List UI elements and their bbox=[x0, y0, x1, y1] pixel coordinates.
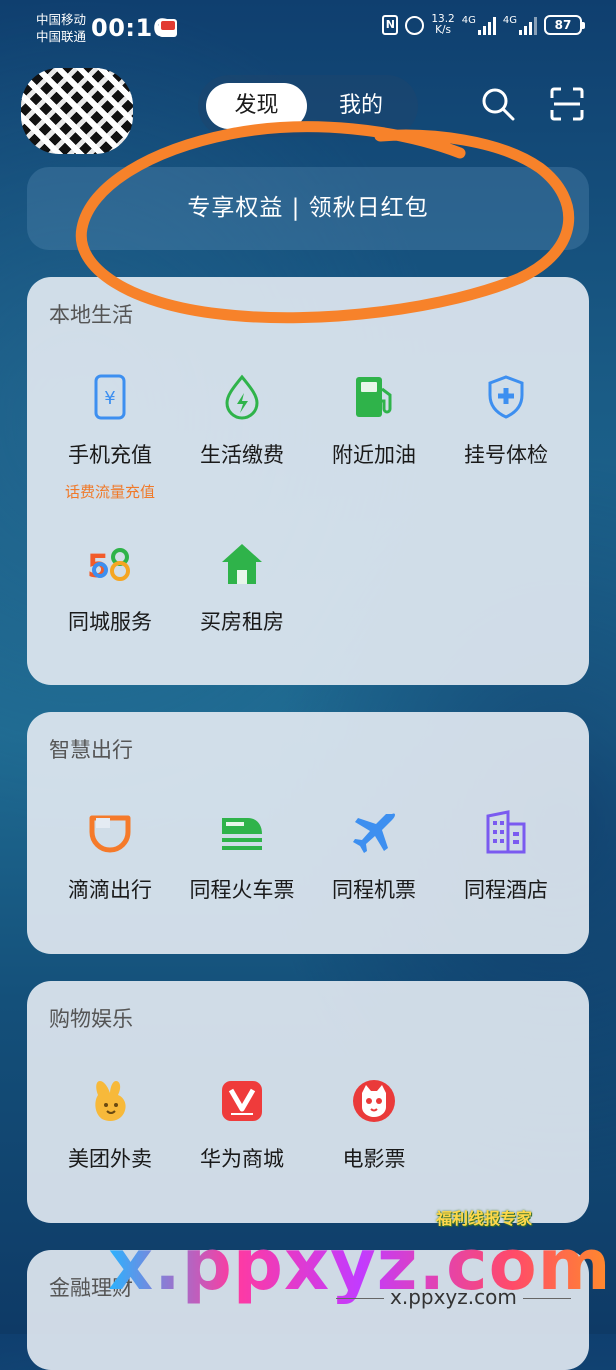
tile-didi[interactable]: 滴滴出行 bbox=[40, 808, 180, 908]
svg-text:¥: ¥ bbox=[104, 388, 115, 409]
tile-movie[interactable]: 电影票 bbox=[304, 1077, 444, 1177]
network-type-1: 4G bbox=[461, 15, 476, 26]
section-smart-travel: 智慧出行 滴滴出行 同程火车票 同程机票 同程酒店 bbox=[27, 712, 589, 954]
tile-label: 买房租房 bbox=[200, 610, 284, 634]
tab-discover[interactable]: 发现 bbox=[206, 83, 307, 129]
tile-utility-bill[interactable]: 生活缴费 bbox=[172, 373, 312, 473]
tile-flight[interactable]: 同程机票 bbox=[304, 808, 444, 908]
tile-label: 附近加油 bbox=[332, 443, 416, 467]
promo-banner[interactable]: 专享权益 | 领秋日红包 bbox=[27, 167, 589, 250]
status-bar: 中国移动 中国联通 00:16 N 13.2 K/s 4G 4G 87 bbox=[0, 0, 616, 56]
tile-label: 挂号体检 bbox=[464, 443, 548, 467]
utility-bill-icon bbox=[225, 374, 259, 420]
tile-phone-recharge[interactable]: ¥ 手机充值 话费流量充值 bbox=[40, 373, 180, 513]
tile-label: 同程机票 bbox=[332, 878, 416, 902]
tile-label: 同城服务 bbox=[68, 610, 152, 634]
section-shopping: 购物娱乐 美团外卖 华为商城 电影票 bbox=[27, 981, 589, 1223]
tile-train[interactable]: 同程火车票 bbox=[172, 808, 312, 908]
medical-shield-icon bbox=[488, 375, 524, 419]
movie-cat-icon bbox=[353, 1080, 395, 1122]
tile-58-service[interactable]: 5 同城服务 bbox=[40, 540, 180, 640]
tile-label: 滴滴出行 bbox=[68, 878, 152, 902]
battery-icon: 87 bbox=[544, 15, 585, 35]
phone-recharge-icon: ¥ bbox=[94, 374, 126, 420]
search-icon[interactable] bbox=[480, 86, 516, 122]
tile-medical[interactable]: 挂号体检 bbox=[436, 373, 576, 473]
signal-bars-icon bbox=[477, 15, 496, 35]
tab-switcher: 发现 我的 bbox=[198, 75, 418, 137]
tile-sublabel: 话费流量充值 bbox=[64, 483, 155, 501]
alarm-icon bbox=[405, 15, 425, 35]
scan-icon[interactable] bbox=[549, 86, 585, 122]
train-icon bbox=[222, 818, 262, 850]
network-type-2: 4G bbox=[502, 15, 517, 26]
net-speed: 13.2 K/s bbox=[431, 14, 454, 36]
tile-label: 华为商城 bbox=[200, 1147, 284, 1171]
vmall-icon bbox=[222, 1081, 262, 1121]
tile-meituan[interactable]: 美团外卖 bbox=[40, 1077, 180, 1177]
tile-gas-station[interactable]: 附近加油 bbox=[304, 373, 444, 473]
carrier-1: 中国移动 bbox=[36, 12, 87, 27]
airplane-icon bbox=[353, 813, 395, 853]
tile-label: 生活缴费 bbox=[200, 443, 284, 467]
watermark-site-small: x.ppxyz.com bbox=[330, 1285, 577, 1309]
signal-2: 4G bbox=[503, 15, 537, 35]
signal-1: 4G bbox=[462, 15, 496, 35]
section-title: 智慧出行 bbox=[49, 738, 133, 762]
section-title: 购物娱乐 bbox=[49, 1007, 133, 1031]
signal-bars-icon bbox=[519, 15, 537, 35]
net-speed-unit: K/s bbox=[435, 24, 451, 36]
tile-house[interactable]: 买房租房 bbox=[172, 540, 312, 640]
didi-logo-icon bbox=[89, 815, 131, 853]
tile-label: 手机充值 bbox=[68, 443, 152, 467]
hotel-building-icon bbox=[486, 810, 526, 854]
tile-vmall[interactable]: 华为商城 bbox=[172, 1077, 312, 1177]
notification-app-icon bbox=[159, 19, 177, 37]
tile-label: 同程火车票 bbox=[189, 878, 295, 902]
tile-hotel[interactable]: 同程酒店 bbox=[436, 808, 576, 908]
tile-label: 电影票 bbox=[342, 1147, 406, 1171]
tab-mine[interactable]: 我的 bbox=[312, 83, 410, 129]
tile-label: 美团外卖 bbox=[68, 1147, 152, 1171]
meituan-rabbit-icon bbox=[95, 1081, 126, 1121]
58-logo-icon: 5 bbox=[87, 547, 130, 585]
tile-label: 同程酒店 bbox=[464, 878, 548, 902]
section-title: 本地生活 bbox=[49, 303, 133, 327]
nfc-icon: N bbox=[382, 15, 399, 35]
house-icon bbox=[222, 544, 262, 584]
avatar[interactable] bbox=[21, 68, 133, 154]
section-local-life: 本地生活 ¥ 手机充值 话费流量充值 生活缴费 附近加油 挂号体检 5 同城服务… bbox=[27, 277, 589, 685]
carrier-2: 中国联通 bbox=[36, 29, 87, 44]
gas-station-icon bbox=[356, 377, 392, 417]
carrier-info: 中国移动 中国联通 bbox=[36, 11, 86, 45]
